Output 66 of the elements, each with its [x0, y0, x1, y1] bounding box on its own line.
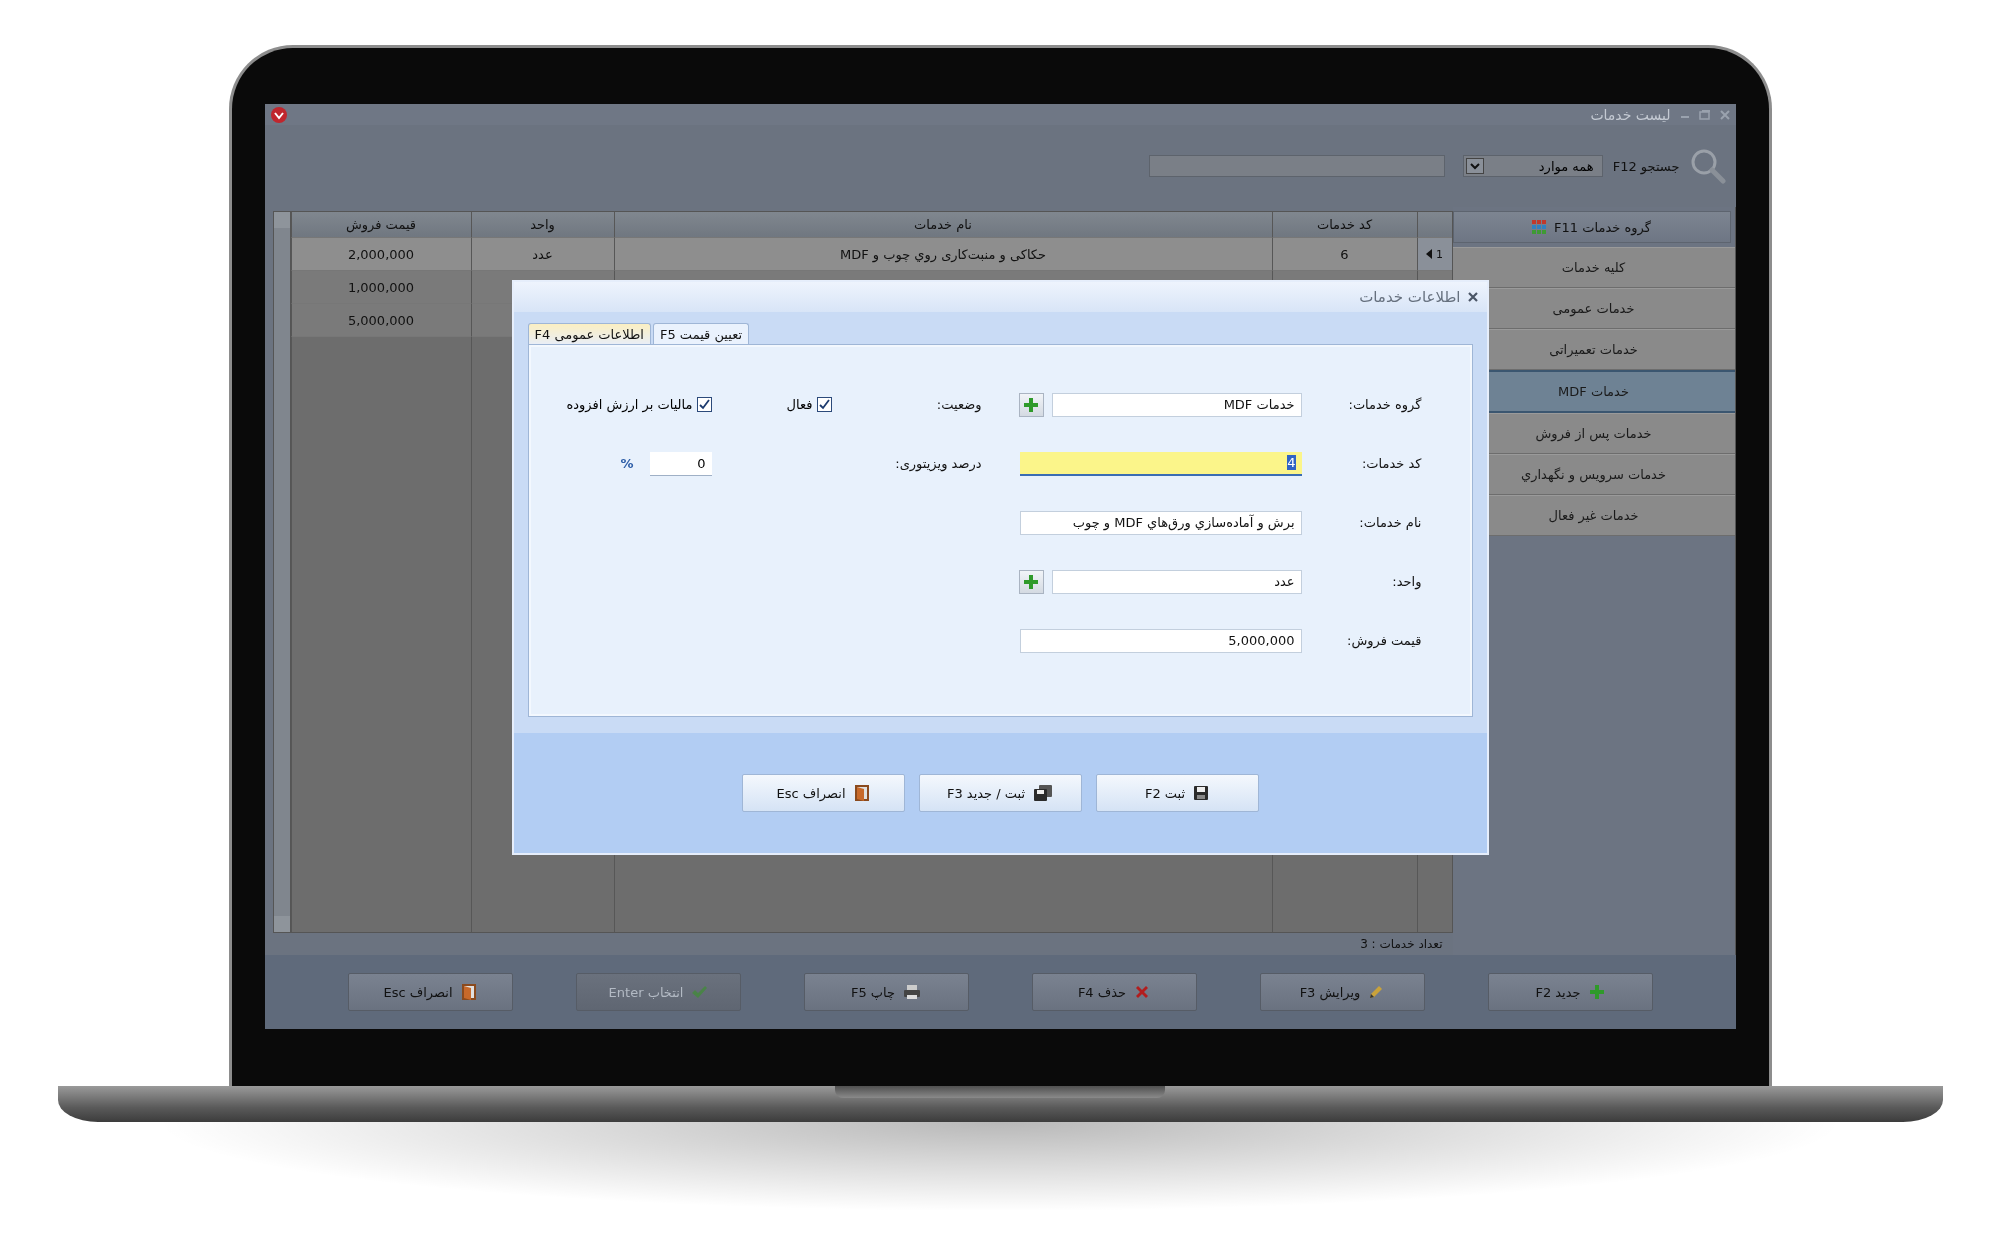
toolbar-button[interactable]: جدید F2	[1487, 973, 1653, 1011]
search-icon[interactable]	[1689, 148, 1726, 184]
field-label: درصد ویزیتوری:	[894, 456, 982, 471]
table-cell: 6	[1271, 238, 1417, 271]
input-field[interactable]: برش و آماده‌سازي ورق‌هاي MDF و چوب	[1019, 510, 1302, 535]
input-field[interactable]: خدمات MDF	[1051, 392, 1302, 417]
add-button[interactable]	[1018, 392, 1044, 417]
app-logo-icon	[270, 106, 287, 123]
plus-icon	[1023, 573, 1039, 590]
delete-icon	[1134, 984, 1151, 1000]
checkbox-label: فعال	[786, 397, 813, 412]
add-button[interactable]	[1018, 569, 1044, 594]
percent-field[interactable]: 0	[649, 451, 712, 476]
toolbar-button[interactable]: چاپ F5	[803, 973, 969, 1011]
dialog-button[interactable]: ثبت / جدید F3	[918, 774, 1082, 812]
grid-icon	[1532, 220, 1547, 234]
filter-dropdown[interactable]: همه موارد	[1462, 155, 1603, 177]
checkbox-label: مالیات بر ارزش افزوده	[566, 397, 693, 412]
search-label: جستجو F12	[1612, 158, 1680, 174]
row-number: 1	[1436, 247, 1443, 261]
table-cell: حکاکی و منبت‌کاری روي چوب و MDF	[613, 238, 1272, 271]
input-field[interactable]: 4	[1019, 451, 1302, 476]
field-label: وضعیت:	[935, 397, 982, 412]
table-cell: 2,000,000	[290, 238, 471, 271]
window-title: لیست خدمات	[1590, 106, 1671, 123]
row-header[interactable]: 1	[1416, 238, 1452, 271]
close-icon[interactable]	[1466, 291, 1479, 303]
group-header-button[interactable]: گروه خدمات F11	[1452, 211, 1731, 243]
current-row-icon	[1426, 249, 1432, 259]
checkbox[interactable]	[696, 397, 712, 412]
maximize-icon[interactable]	[1698, 109, 1710, 120]
table-cell: عدد	[470, 238, 614, 271]
checkmark-icon	[818, 399, 830, 410]
input-field[interactable]: عدد	[1051, 569, 1302, 594]
checkmark-icon	[698, 399, 710, 410]
pencil-icon	[1368, 984, 1385, 1000]
toolbar-button[interactable]: ویرایش F3	[1259, 973, 1425, 1011]
field-label: قیمت فروش:	[1346, 633, 1423, 648]
record-count: تعداد خدمات : 3	[1360, 937, 1443, 951]
dialog-button[interactable]: انصراف Esc	[741, 774, 905, 812]
scrollbar[interactable]	[273, 212, 291, 932]
toolbar-button[interactable]: حذف F4	[1031, 973, 1197, 1011]
column-header[interactable]: قیمت فروش	[290, 212, 471, 238]
printer-icon	[903, 984, 922, 1000]
column-header[interactable]: نام خدمات	[613, 212, 1272, 238]
door-icon	[853, 784, 870, 802]
sidebar-item[interactable]: کلیه خدمات	[1452, 247, 1735, 288]
field-label: گروه خدمات:	[1347, 397, 1423, 412]
checkmark-icon	[691, 984, 708, 1000]
tab[interactable]: تعیین قیمت F5	[653, 323, 750, 344]
column-header[interactable]: واحد	[470, 212, 614, 238]
input-field[interactable]: 5,000,000	[1019, 628, 1302, 653]
tab[interactable]: اطلاعات عمومی F4	[527, 323, 651, 344]
field-label: واحد:	[1391, 574, 1423, 589]
checkbox[interactable]	[816, 397, 832, 412]
column-header[interactable]: کد خدمات	[1271, 212, 1417, 238]
toolbar-button[interactable]: انصراف Esc	[347, 973, 513, 1011]
door-icon	[460, 983, 477, 1001]
dialog-button[interactable]: ثبت F2	[1095, 774, 1259, 812]
field-label: نام خدمات:	[1358, 515, 1423, 530]
field-label: کد خدمات:	[1360, 456, 1423, 471]
floppy-disks-icon	[1033, 784, 1054, 802]
search-field[interactable]	[1148, 155, 1445, 177]
plus-icon	[1023, 396, 1039, 413]
plus-icon	[1588, 984, 1605, 1000]
percent-sign: %	[620, 456, 634, 471]
